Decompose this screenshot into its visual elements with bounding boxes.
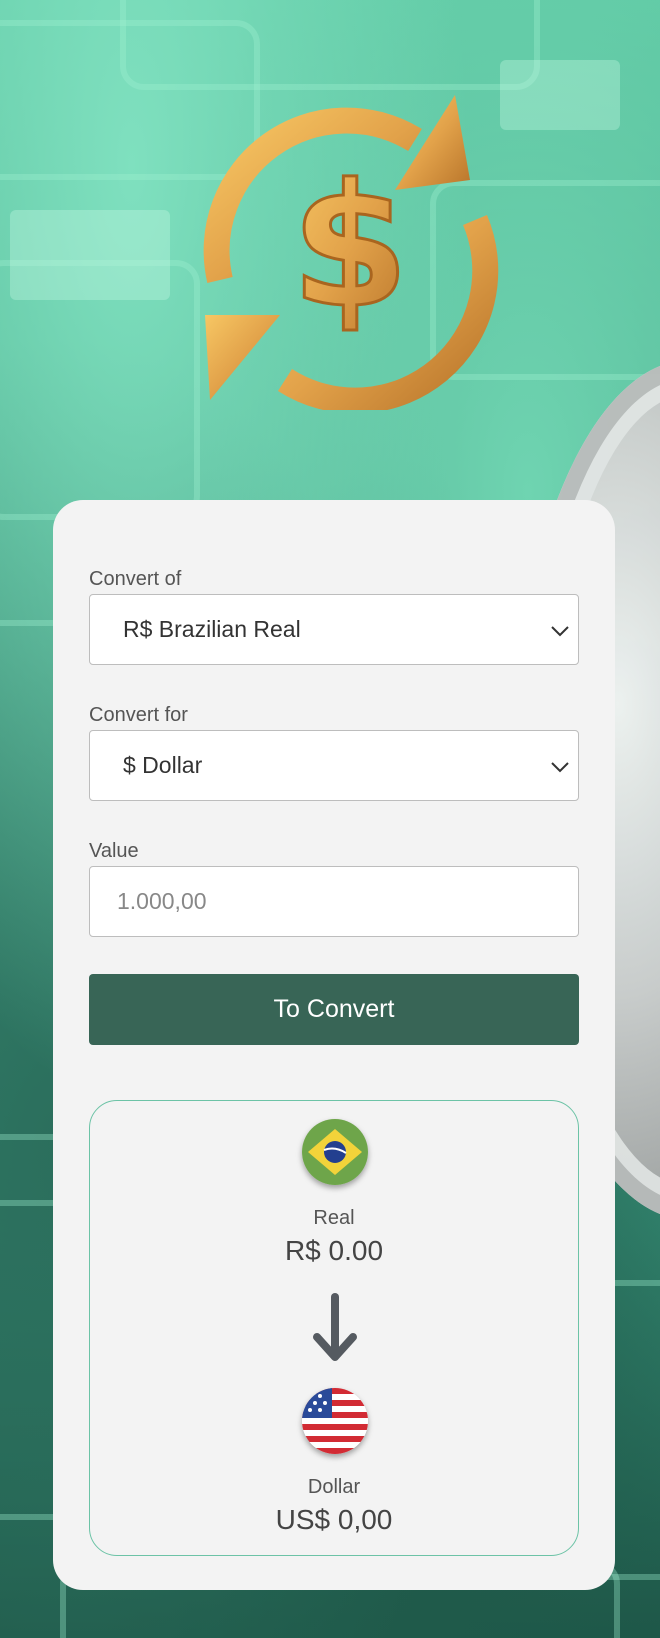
converter-card: Convert of R$ Brazilian Real Convert for…: [53, 500, 615, 1590]
svg-text:$: $: [291, 148, 409, 346]
chevron-down-icon: [551, 626, 569, 637]
to-currency-name: Dollar: [307, 1476, 361, 1498]
chevron-down-icon: [551, 762, 569, 773]
convert-to-value: $ Dollar: [123, 752, 203, 778]
arrow-down-icon: [313, 1293, 357, 1361]
convert-from-value: R$ Brazilian Real: [123, 616, 301, 642]
convert-to-select[interactable]: $ Dollar: [89, 730, 579, 801]
convert-from-select[interactable]: R$ Brazilian Real: [89, 594, 579, 665]
convert-to-label: Convert for: [89, 704, 188, 726]
result-panel: Real R$ 0.00 Dollar US$ 0,00: [89, 1100, 579, 1556]
from-currency-value: R$ 0.00: [284, 1235, 384, 1266]
value-label: Value: [89, 840, 139, 862]
to-currency-value: US$ 0,00: [275, 1504, 393, 1535]
from-currency-name: Real: [313, 1207, 355, 1229]
currency-exchange-logo-icon: $: [203, 95, 499, 410]
convert-button[interactable]: To Convert: [89, 974, 579, 1045]
usa-flag-icon: [302, 1388, 368, 1454]
brazil-flag-icon: [302, 1119, 368, 1185]
convert-from-label: Convert of: [89, 568, 182, 590]
value-input[interactable]: [89, 866, 579, 937]
